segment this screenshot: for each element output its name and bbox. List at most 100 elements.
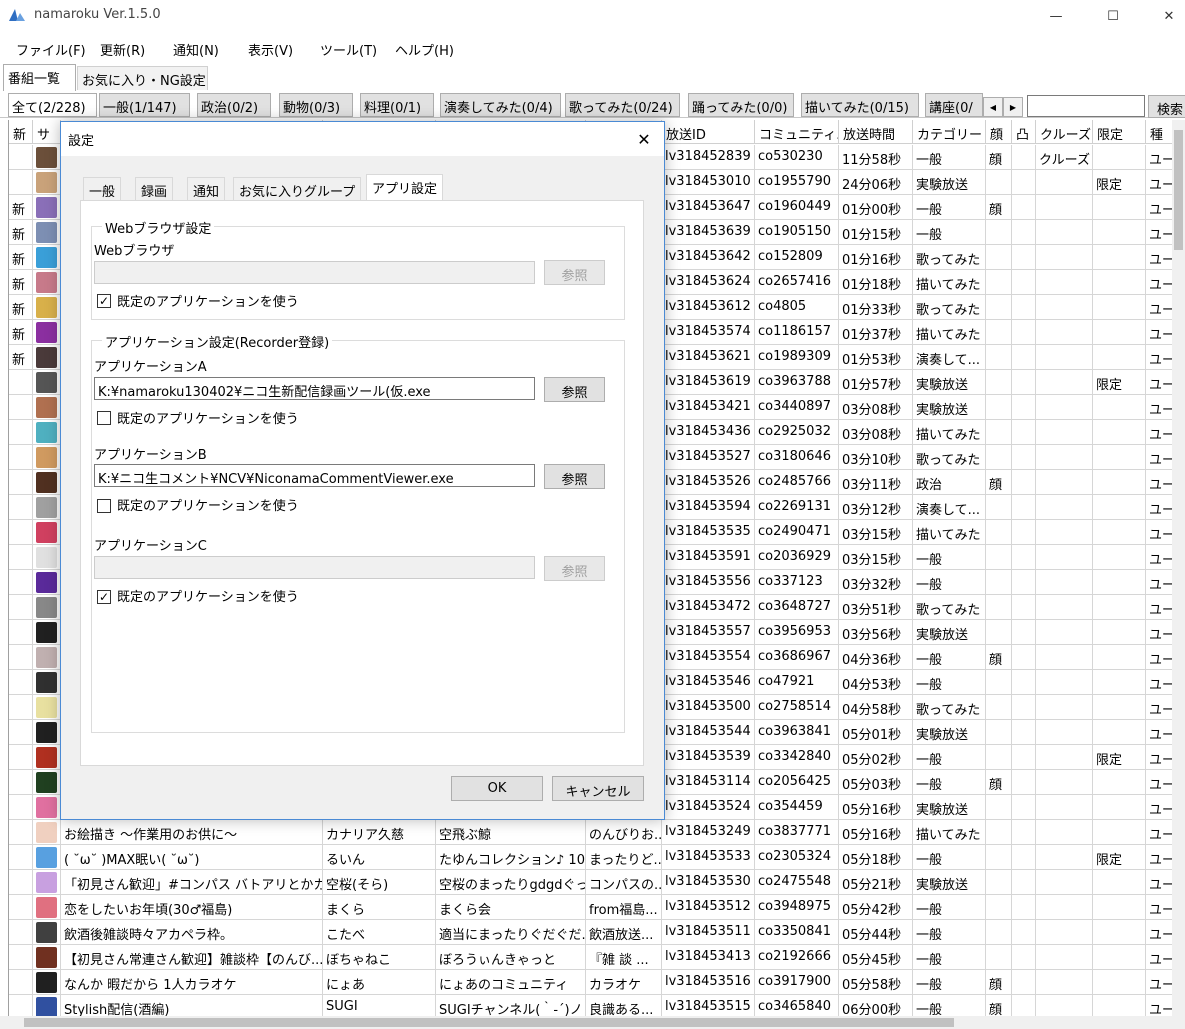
broadcast-id-cell[interactable]: lv318453539 xyxy=(662,745,755,770)
totsu-cell[interactable] xyxy=(1012,770,1036,795)
cruise-cell[interactable] xyxy=(1036,445,1093,470)
header-broadcast-id[interactable]: 放送ID xyxy=(662,120,755,144)
tab-favorites-ng[interactable]: お気に入り・NG設定 xyxy=(77,66,208,90)
community-id-cell[interactable]: co3963841 xyxy=(755,720,839,745)
broadcast-id-cell[interactable]: lv318453511 xyxy=(662,920,755,945)
category-cell[interactable]: 一般 xyxy=(913,845,986,870)
broadcast-id-cell[interactable]: lv318453535 xyxy=(662,520,755,545)
cruise-cell[interactable] xyxy=(1036,395,1093,420)
limited-cell[interactable] xyxy=(1093,795,1146,820)
totsu-cell[interactable] xyxy=(1012,820,1036,845)
web-browser-default-checkbox[interactable]: ✓ xyxy=(97,294,111,308)
tab-scroll-left-icon[interactable]: ◀ xyxy=(983,97,1003,117)
limited-cell[interactable]: 限定 xyxy=(1093,845,1146,870)
thumb-cell[interactable] xyxy=(33,220,61,245)
thumb-cell[interactable] xyxy=(33,195,61,220)
thumb-cell[interactable] xyxy=(33,495,61,520)
search-input[interactable] xyxy=(1027,95,1145,117)
elapsed-time-cell[interactable]: 03分11秒 xyxy=(839,470,913,495)
community-id-cell[interactable]: co1960449 xyxy=(755,195,839,220)
broadcast-id-cell[interactable]: lv318453533 xyxy=(662,845,755,870)
limited-cell[interactable] xyxy=(1093,620,1146,645)
app-c-path-field[interactable] xyxy=(94,556,535,579)
header-totsu[interactable]: 凸 xyxy=(1012,120,1036,144)
new-cell[interactable] xyxy=(9,595,33,620)
community-id-cell[interactable]: co3917900 xyxy=(755,970,839,995)
thumb-cell[interactable] xyxy=(33,145,61,170)
limited-cell[interactable] xyxy=(1093,895,1146,920)
thumb-cell[interactable] xyxy=(33,670,61,695)
desc-cell[interactable]: のんびりお... xyxy=(586,820,662,845)
menu-view[interactable]: 表示(V) xyxy=(248,40,293,59)
totsu-cell[interactable] xyxy=(1012,395,1036,420)
category-tab-instrument[interactable]: 演奏してみた(0/4) xyxy=(440,93,561,117)
totsu-cell[interactable] xyxy=(1012,320,1036,345)
thumb-cell[interactable] xyxy=(33,345,61,370)
limited-cell[interactable] xyxy=(1093,470,1146,495)
thumb-cell[interactable] xyxy=(33,445,61,470)
user-cell[interactable]: SUGI xyxy=(323,995,436,1016)
community-id-cell[interactable]: co3440897 xyxy=(755,395,839,420)
totsu-cell[interactable] xyxy=(1012,920,1036,945)
limited-cell[interactable] xyxy=(1093,570,1146,595)
limited-cell[interactable] xyxy=(1093,870,1146,895)
header-cruise[interactable]: クルーズ xyxy=(1036,120,1093,144)
category-cell[interactable]: 一般 xyxy=(913,570,986,595)
community-id-cell[interactable]: co47921 xyxy=(755,670,839,695)
limited-cell[interactable] xyxy=(1093,495,1146,520)
community-id-cell[interactable]: co2485766 xyxy=(755,470,839,495)
category-cell[interactable]: 一般 xyxy=(913,745,986,770)
limited-cell[interactable] xyxy=(1093,245,1146,270)
face-cell[interactable] xyxy=(986,370,1012,395)
totsu-cell[interactable] xyxy=(1012,945,1036,970)
broadcast-id-cell[interactable]: lv318453515 xyxy=(662,995,755,1016)
community-id-cell[interactable]: co2056425 xyxy=(755,770,839,795)
minimize-button[interactable]: — xyxy=(1033,0,1079,32)
face-cell[interactable] xyxy=(986,895,1012,920)
totsu-cell[interactable] xyxy=(1012,570,1036,595)
thumb-cell[interactable] xyxy=(33,970,61,995)
new-cell[interactable] xyxy=(9,470,33,495)
elapsed-time-cell[interactable]: 05分16秒 xyxy=(839,820,913,845)
category-tab-singing[interactable]: 歌ってみた(0/24) xyxy=(565,93,680,117)
category-cell[interactable]: 歌ってみた xyxy=(913,595,986,620)
cruise-cell[interactable] xyxy=(1036,820,1093,845)
header-limited[interactable]: 限定 xyxy=(1093,120,1146,144)
limited-cell[interactable] xyxy=(1093,670,1146,695)
totsu-cell[interactable] xyxy=(1012,895,1036,920)
user-cell[interactable]: にょあ xyxy=(323,970,436,995)
limited-cell[interactable] xyxy=(1093,345,1146,370)
thumb-cell[interactable] xyxy=(33,620,61,645)
tab-scroll-right-icon[interactable]: ▶ xyxy=(1003,97,1023,117)
elapsed-time-cell[interactable]: 04分58秒 xyxy=(839,695,913,720)
face-cell[interactable]: 顔 xyxy=(986,995,1012,1016)
desc-cell[interactable]: コンパスの... xyxy=(586,870,662,895)
face-cell[interactable] xyxy=(986,320,1012,345)
thumb-cell[interactable] xyxy=(33,920,61,945)
community-id-cell[interactable]: co3837771 xyxy=(755,820,839,845)
desc-cell[interactable]: 『雑 談 ... xyxy=(586,945,662,970)
category-cell[interactable]: 一般 xyxy=(913,895,986,920)
cruise-cell[interactable] xyxy=(1036,295,1093,320)
thumb-cell[interactable] xyxy=(33,870,61,895)
cruise-cell[interactable] xyxy=(1036,170,1093,195)
community-id-cell[interactable]: co3948975 xyxy=(755,895,839,920)
elapsed-time-cell[interactable]: 03分10秒 xyxy=(839,445,913,470)
elapsed-time-cell[interactable]: 03分08秒 xyxy=(839,395,913,420)
new-cell[interactable] xyxy=(9,145,33,170)
user-cell[interactable]: ぼちゃねこ xyxy=(323,945,436,970)
broadcast-id-cell[interactable]: lv318453554 xyxy=(662,645,755,670)
new-cell[interactable] xyxy=(9,395,33,420)
new-cell[interactable] xyxy=(9,820,33,845)
elapsed-time-cell[interactable]: 01分00秒 xyxy=(839,195,913,220)
limited-cell[interactable]: 限定 xyxy=(1093,170,1146,195)
cruise-cell[interactable] xyxy=(1036,220,1093,245)
category-cell[interactable]: 描いてみた xyxy=(913,820,986,845)
face-cell[interactable] xyxy=(986,245,1012,270)
limited-cell[interactable] xyxy=(1093,720,1146,745)
user-cell[interactable]: カナリア久慈 xyxy=(323,820,436,845)
elapsed-time-cell[interactable]: 05分02秒 xyxy=(839,745,913,770)
face-cell[interactable] xyxy=(986,495,1012,520)
thumb-cell[interactable] xyxy=(33,420,61,445)
cruise-cell[interactable] xyxy=(1036,520,1093,545)
